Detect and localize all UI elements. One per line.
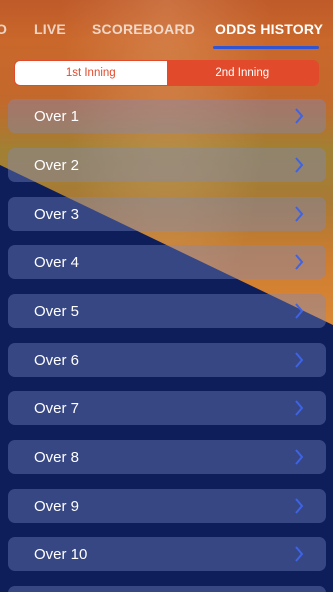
chevron-right-icon xyxy=(295,449,304,465)
chevron-right-icon xyxy=(295,352,304,368)
over-row[interactable]: Over 8 xyxy=(8,440,326,474)
top-tab-bar: O LIVE SCOREBOARD ODDS HISTORY xyxy=(0,0,333,52)
over-label: Over 3 xyxy=(34,206,80,223)
active-tab-indicator xyxy=(213,46,319,49)
innings-segmented-control: 1st Inning 2nd Inning xyxy=(14,60,319,86)
over-row[interactable]: Over 4 xyxy=(8,245,326,279)
first-inning-button[interactable]: 1st Inning xyxy=(15,61,167,85)
chevron-right-icon xyxy=(295,254,304,270)
chevron-right-icon xyxy=(295,303,304,319)
chevron-right-icon xyxy=(295,498,304,514)
over-row[interactable]: Over 1 xyxy=(8,99,326,133)
chevron-right-icon xyxy=(295,400,304,416)
over-label: Over 4 xyxy=(34,254,80,271)
over-label: Over 2 xyxy=(34,157,80,174)
chevron-right-icon xyxy=(295,157,304,173)
chevron-right-icon xyxy=(295,108,304,124)
over-row[interactable]: Over 5 xyxy=(8,294,326,328)
over-label: Over 10 xyxy=(34,546,88,563)
tab-partial[interactable]: O xyxy=(0,21,7,37)
over-label: Over 5 xyxy=(34,303,80,320)
tab-scoreboard[interactable]: SCOREBOARD xyxy=(92,21,195,37)
over-row[interactable]: Over 9 xyxy=(8,489,326,523)
chevron-right-icon xyxy=(295,546,304,562)
over-label: Over 7 xyxy=(34,400,80,417)
over-label: Over 8 xyxy=(34,449,80,466)
chevron-right-icon xyxy=(295,206,304,222)
tab-live[interactable]: LIVE xyxy=(34,21,66,37)
over-row[interactable]: Over 10 xyxy=(8,537,326,571)
over-row-partial[interactable] xyxy=(8,586,326,592)
over-label: Over 1 xyxy=(34,108,80,125)
over-label: Over 9 xyxy=(34,498,80,515)
over-row[interactable]: Over 3 xyxy=(8,197,326,231)
over-row[interactable]: Over 6 xyxy=(8,343,326,377)
over-label: Over 6 xyxy=(34,352,80,369)
over-row[interactable]: Over 7 xyxy=(8,391,326,425)
second-inning-button[interactable]: 2nd Inning xyxy=(166,61,318,85)
tab-odds-history[interactable]: ODDS HISTORY xyxy=(215,21,323,37)
over-row[interactable]: Over 2 xyxy=(8,148,326,182)
